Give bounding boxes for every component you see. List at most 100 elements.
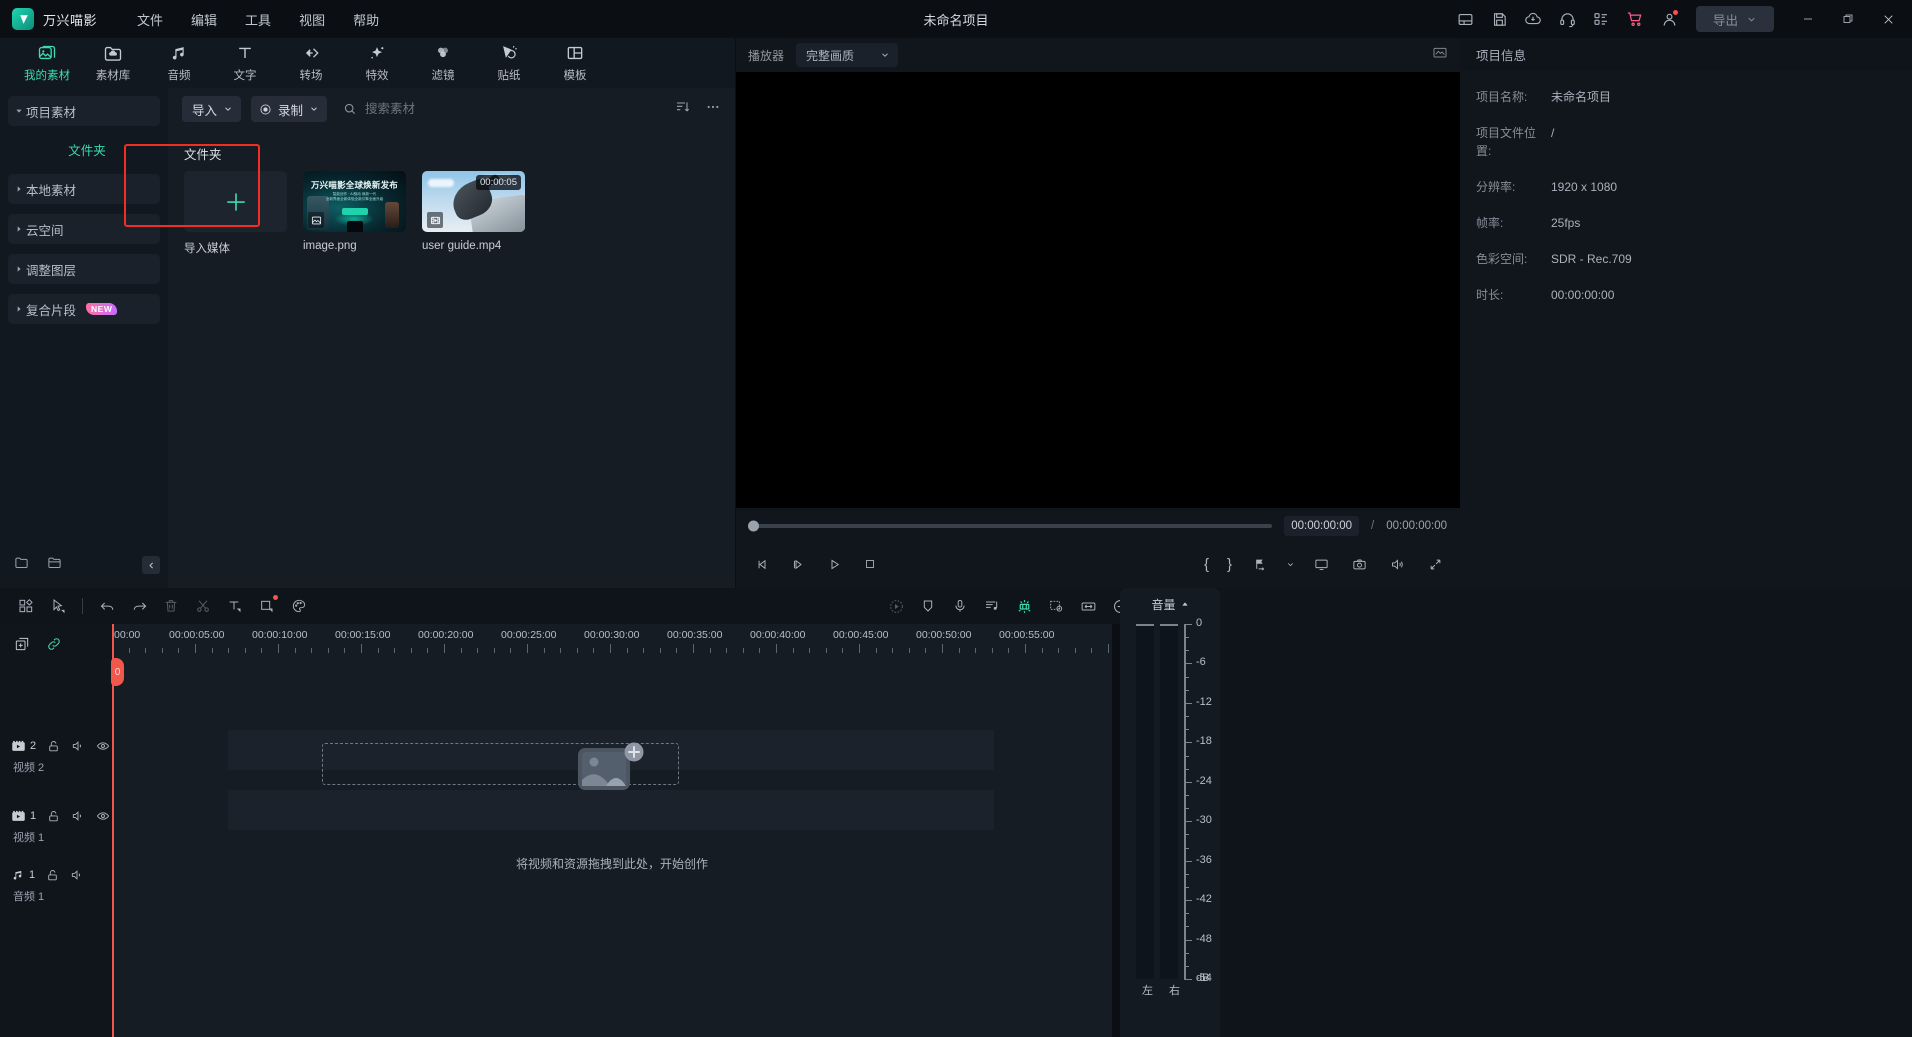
grid-shapes-icon[interactable]	[10, 591, 42, 621]
audio-meter-header[interactable]: 音量	[1120, 588, 1220, 620]
magnet-icon[interactable]	[1008, 591, 1040, 621]
render-preview-icon[interactable]	[1432, 45, 1448, 66]
sidebar-item-folder[interactable]: 文件夹	[14, 136, 160, 162]
playback-scrubber[interactable]	[750, 524, 1272, 528]
restore-button[interactable]	[1828, 0, 1868, 38]
scrubber-handle[interactable]	[748, 521, 759, 532]
sidebar-item-local-media[interactable]: 本地素材	[8, 174, 160, 204]
collapse-panel-icon[interactable]	[142, 556, 160, 574]
scissors-icon[interactable]	[187, 591, 219, 621]
playhead-handle[interactable]: 0	[111, 658, 124, 686]
filter-sort-icon[interactable]	[675, 99, 691, 120]
sidebar-item-cloud[interactable]: 云空间	[8, 214, 160, 244]
media-item-image[interactable]: 万兴喵影全球焕新发布 智能创作 · AI驱动 焕新一代全新界面全新体验全新引擎全…	[303, 171, 406, 256]
stop-button[interactable]	[858, 552, 882, 576]
chevron-up-icon[interactable]	[1181, 600, 1189, 608]
play-button[interactable]	[822, 552, 846, 576]
cloud-upload-icon[interactable]	[1516, 2, 1550, 36]
search-box[interactable]	[343, 102, 665, 116]
media-thumbnail[interactable]: 00:00:05	[422, 171, 525, 232]
undo-arrow-icon[interactable]	[91, 591, 123, 621]
track-header-video2[interactable]: 2 视频 2	[0, 737, 112, 775]
preview-canvas[interactable]	[736, 72, 1461, 508]
menu-tools[interactable]: 工具	[231, 4, 285, 35]
mute-icon[interactable]	[70, 868, 84, 882]
menu-edit[interactable]: 编辑	[177, 4, 231, 35]
layout-icon[interactable]	[1448, 2, 1482, 36]
close-button[interactable]	[1868, 0, 1908, 38]
search-input[interactable]	[365, 102, 545, 116]
audio-list-icon[interactable]	[976, 591, 1008, 621]
monitor-icon[interactable]	[1309, 552, 1333, 576]
record-button[interactable]: 录制	[251, 96, 327, 122]
link-icon[interactable]	[46, 636, 62, 652]
quality-select[interactable]: 完整画质	[796, 43, 898, 67]
prev-frame-button[interactable]	[750, 552, 774, 576]
media-item-video[interactable]: 00:00:05 user guide.mp4	[422, 171, 525, 256]
redo-arrow-icon[interactable]	[123, 591, 155, 621]
headset-support-icon[interactable]	[1550, 2, 1584, 36]
mask-icon[interactable]	[1040, 591, 1072, 621]
folder-open-icon[interactable]	[47, 555, 62, 575]
speaker-icon[interactable]	[1385, 552, 1409, 576]
save-icon[interactable]	[1482, 2, 1516, 36]
user-account-icon[interactable]	[1652, 2, 1686, 36]
square-crop-icon[interactable]	[251, 591, 283, 621]
mute-icon[interactable]	[71, 739, 85, 753]
media-thumbnail[interactable]: 万兴喵影全球焕新发布 智能创作 · AI驱动 焕新一代全新界面全新体验全新引擎全…	[303, 171, 406, 232]
cursor-arrow-icon[interactable]	[42, 591, 74, 621]
eye-icon[interactable]	[96, 809, 110, 823]
eye-icon[interactable]	[96, 739, 110, 753]
menu-file[interactable]: 文件	[123, 4, 177, 35]
tab-templates[interactable]: 模板	[544, 39, 606, 87]
tab-stickers[interactable]: 贴纸	[478, 39, 540, 87]
next-frame-button[interactable]	[786, 552, 810, 576]
mute-icon[interactable]	[71, 809, 85, 823]
new-folder-icon[interactable]	[14, 555, 29, 575]
tab-audio[interactable]: 音频	[148, 39, 210, 87]
lock-icon[interactable]	[47, 810, 60, 823]
apps-grid-icon[interactable]	[1584, 2, 1618, 36]
microphone-icon[interactable]	[944, 591, 976, 621]
timeline-ruler[interactable]: 00:00 00:00:05:00 00:00:10:00 00:00:15:0…	[112, 624, 1112, 656]
camera-icon[interactable]	[1347, 552, 1371, 576]
sidebar-item-compound-clip[interactable]: 复合片段 NEW	[8, 294, 160, 324]
track-header-video1[interactable]: 1 视频 1	[0, 807, 112, 845]
tab-filters[interactable]: 滤镜	[412, 39, 474, 87]
expand-icon[interactable]	[1423, 552, 1447, 576]
ruler-tick	[145, 648, 146, 653]
tab-effects[interactable]: 特效	[346, 39, 408, 87]
add-track-icon[interactable]	[14, 636, 30, 652]
marker-icon[interactable]	[1248, 552, 1272, 576]
more-options-icon[interactable]	[705, 99, 721, 120]
import-button[interactable]: 导入	[182, 96, 241, 122]
lock-icon[interactable]	[46, 869, 59, 882]
fit-arrows-icon[interactable]	[1072, 591, 1104, 621]
palette-icon[interactable]	[283, 591, 315, 621]
current-timecode[interactable]: 00:00:00:00	[1284, 516, 1359, 536]
mark-out-button[interactable]: }	[1225, 556, 1234, 573]
lock-icon[interactable]	[47, 740, 60, 753]
tab-media-library[interactable]: 素材库	[82, 39, 144, 87]
sidebar-item-adjustment-layer[interactable]: 调整图层	[8, 254, 160, 284]
minimize-button[interactable]	[1788, 0, 1828, 38]
media-item-import[interactable]: 导入媒体	[184, 171, 287, 256]
tab-text[interactable]: 文字	[214, 39, 276, 87]
menu-help[interactable]: 帮助	[339, 4, 393, 35]
shopping-cart-icon[interactable]	[1618, 2, 1652, 36]
chevron-down-icon[interactable]	[1286, 560, 1295, 569]
sidebar-item-project-media[interactable]: 项目素材	[8, 96, 160, 126]
import-media-placeholder[interactable]	[184, 171, 287, 232]
mark-in-button[interactable]: {	[1202, 556, 1211, 573]
tab-transition[interactable]: 转场	[280, 39, 342, 87]
trash-icon[interactable]	[155, 591, 187, 621]
export-button[interactable]: 导出	[1696, 6, 1774, 32]
tab-my-media[interactable]: 我的素材	[16, 39, 78, 87]
shield-marker-icon[interactable]	[912, 591, 944, 621]
text-t-icon[interactable]	[219, 591, 251, 621]
auto-reframe-icon[interactable]	[880, 591, 912, 621]
add-media-image-icon[interactable]	[576, 740, 648, 796]
menu-view[interactable]: 视图	[285, 4, 339, 35]
track-header-audio1[interactable]: 1 音频 1	[0, 866, 112, 904]
timeline-tracks[interactable]	[112, 656, 1112, 1037]
